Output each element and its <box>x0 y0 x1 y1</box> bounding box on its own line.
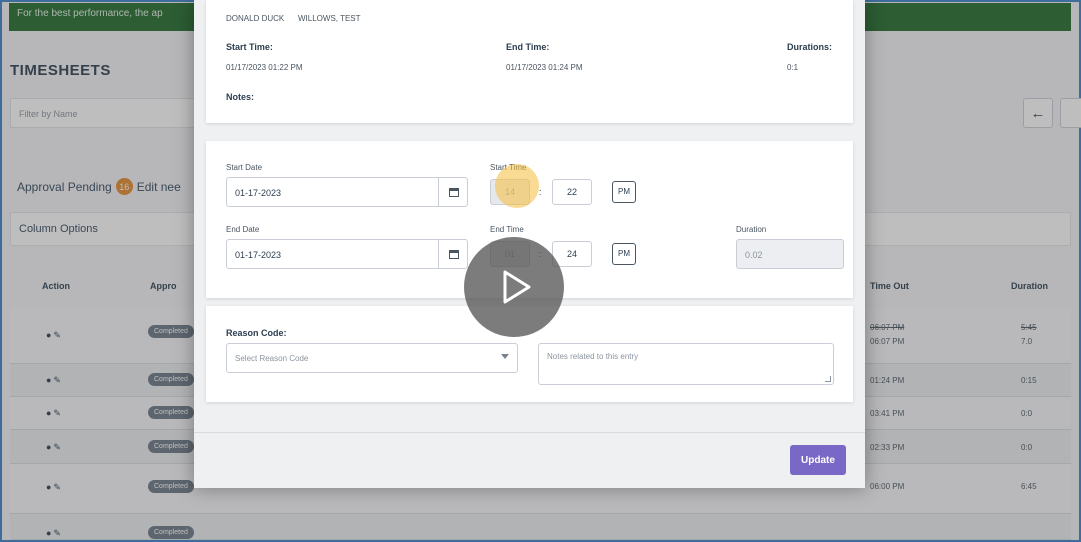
start-date-calendar-button[interactable] <box>438 177 468 207</box>
entry-summary-card: DONALD DUCK WILLOWS, TEST Start Time: 01… <box>206 0 853 123</box>
update-button[interactable]: Update <box>790 445 846 475</box>
start-time-label: Start Time: <box>226 42 273 52</box>
start-ampm-toggle[interactable]: PM <box>612 181 636 203</box>
click-highlight <box>495 164 539 208</box>
durations-value: 0:1 <box>787 63 799 72</box>
entry-notes-textarea[interactable]: Notes related to this entry <box>538 343 834 385</box>
employee-name: DONALD DUCK <box>226 14 285 23</box>
duration-label: Duration <box>736 225 767 234</box>
video-play-button[interactable] <box>464 237 564 337</box>
start-minute-input[interactable]: 22 <box>552 179 592 205</box>
duration-readonly-field: 0.02 <box>736 239 844 269</box>
manager-name: WILLOWS, TEST <box>298 14 361 23</box>
start-time-value: 01/17/2023 01:22 PM <box>226 63 303 72</box>
calendar-icon <box>448 187 459 197</box>
start-date-label: Start Date <box>226 163 263 172</box>
end-time-label: End Time <box>490 225 524 234</box>
modal-footer-divider <box>194 432 865 433</box>
reason-code-placeholder: Select Reason Code <box>235 354 309 363</box>
notes-label: Notes: <box>226 92 255 102</box>
end-time-value: 01/17/2023 01:24 PM <box>506 63 583 72</box>
start-date-input[interactable]: 01-17-2023 <box>226 177 468 207</box>
reason-code-select[interactable]: Select Reason Code <box>226 343 518 373</box>
end-date-label: End Date <box>226 225 260 234</box>
reason-code-label: Reason Code: <box>226 328 287 338</box>
play-icon <box>503 270 531 304</box>
chevron-down-icon <box>501 354 509 359</box>
time-separator: : <box>539 187 542 197</box>
end-date-calendar-button[interactable] <box>438 239 468 269</box>
calendar-icon <box>448 249 459 259</box>
entry-notes-placeholder: Notes related to this entry <box>547 352 639 361</box>
end-time-label: End Time: <box>506 42 550 52</box>
end-date-input[interactable]: 01-17-2023 <box>226 239 468 269</box>
durations-label: Durations: <box>787 42 832 52</box>
resize-grip-icon[interactable] <box>825 376 831 382</box>
end-ampm-toggle[interactable]: PM <box>612 243 636 265</box>
